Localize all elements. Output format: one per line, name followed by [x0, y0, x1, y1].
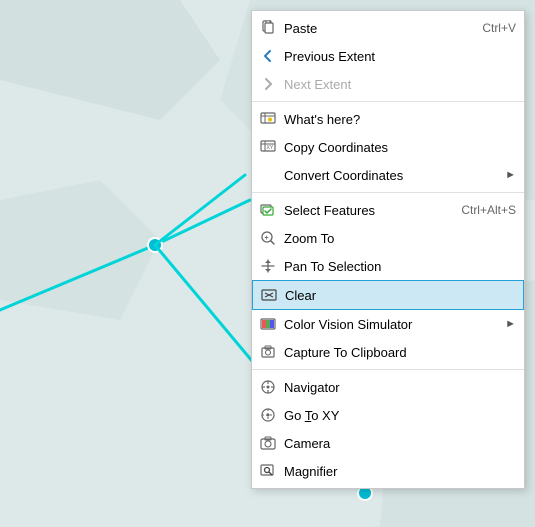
- copy-coords-icon: XY: [258, 137, 278, 157]
- separator-3: [252, 369, 524, 370]
- convert-coords-arrow: ►: [505, 169, 516, 181]
- next-extent-label: Next Extent: [284, 77, 516, 92]
- menu-item-zoom-to[interactable]: + Zoom To: [252, 224, 524, 252]
- menu-item-select-features[interactable]: Select Features Ctrl+Alt+S: [252, 196, 524, 224]
- copy-coords-label: Copy Coordinates: [284, 140, 516, 155]
- magnifier-icon: [258, 461, 278, 481]
- select-features-shortcut: Ctrl+Alt+S: [461, 203, 516, 217]
- menu-item-camera[interactable]: Camera: [252, 429, 524, 457]
- menu-item-navigator[interactable]: Navigator: [252, 373, 524, 401]
- separator-1: [252, 101, 524, 102]
- clear-icon: [259, 285, 279, 305]
- menu-item-capture-clipboard[interactable]: Capture To Clipboard: [252, 338, 524, 366]
- context-menu: Paste Ctrl+V Previous Extent Next Extent: [251, 10, 525, 489]
- paste-icon: [258, 18, 278, 38]
- navigator-label: Navigator: [284, 380, 516, 395]
- color-vision-label: Color Vision Simulator: [284, 317, 501, 332]
- back-icon: [258, 46, 278, 66]
- select-features-label: Select Features: [284, 203, 451, 218]
- menu-item-go-to-xy[interactable]: Go To XY: [252, 401, 524, 429]
- svg-text:+: +: [265, 235, 269, 242]
- navigator-icon: [258, 377, 278, 397]
- menu-item-convert-coords[interactable]: Convert Coordinates ►: [252, 161, 524, 189]
- paste-shortcut: Ctrl+V: [482, 21, 516, 35]
- menu-item-clear[interactable]: Clear: [252, 280, 524, 310]
- menu-item-paste[interactable]: Paste Ctrl+V: [252, 14, 524, 42]
- pan-to-selection-label: Pan To Selection: [284, 259, 516, 274]
- paste-label: Paste: [284, 21, 472, 36]
- color-vision-icon: [258, 314, 278, 334]
- goto-icon: [258, 405, 278, 425]
- menu-item-copy-coords[interactable]: XY Copy Coordinates: [252, 133, 524, 161]
- select-icon: [258, 200, 278, 220]
- whats-here-icon: [258, 109, 278, 129]
- menu-item-pan-to-selection[interactable]: Pan To Selection: [252, 252, 524, 280]
- camera-icon: [258, 433, 278, 453]
- capture-clipboard-label: Capture To Clipboard: [284, 345, 516, 360]
- zoom-icon: +: [258, 228, 278, 248]
- whats-here-label: What's here?: [284, 112, 516, 127]
- svg-text:XY: XY: [267, 145, 274, 151]
- menu-item-next-extent[interactable]: Next Extent: [252, 70, 524, 98]
- zoom-to-label: Zoom To: [284, 231, 516, 246]
- previous-extent-label: Previous Extent: [284, 49, 516, 64]
- menu-item-color-vision[interactable]: Color Vision Simulator ►: [252, 310, 524, 338]
- separator-2: [252, 192, 524, 193]
- menu-item-previous-extent[interactable]: Previous Extent: [252, 42, 524, 70]
- convert-coords-icon: [258, 165, 278, 185]
- pan-icon: [258, 256, 278, 276]
- convert-coords-label: Convert Coordinates: [284, 168, 501, 183]
- capture-icon: [258, 342, 278, 362]
- magnifier-label: Magnifier: [284, 464, 516, 479]
- camera-label: Camera: [284, 436, 516, 451]
- menu-item-magnifier[interactable]: Magnifier: [252, 457, 524, 485]
- color-vision-arrow: ►: [505, 318, 516, 330]
- forward-icon: [258, 74, 278, 94]
- menu-item-whats-here[interactable]: What's here?: [252, 105, 524, 133]
- go-to-xy-label: Go To XY: [284, 408, 516, 423]
- clear-label: Clear: [285, 288, 515, 303]
